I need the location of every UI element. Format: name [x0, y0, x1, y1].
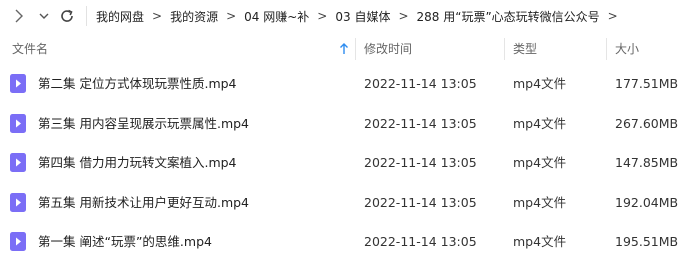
breadcrumb-item-current-folder[interactable]: 288 用“玩票”心态玩转微信公众号 [417, 8, 600, 25]
breadcrumb-item-my-netdisk[interactable]: 我的网盘 [96, 8, 144, 25]
breadcrumb: 我的网盘 > 我的资源 > 04 网赚~补 > 03 自媒体 > 288 用“玩… [96, 0, 626, 32]
file-modified: 2022-11-14 13:05 [364, 115, 477, 131]
file-type: mp4文件 [513, 115, 567, 131]
file-modified: 2022-11-14 13:05 [364, 194, 477, 210]
file-name[interactable]: 第一集 阐述“玩票”的思维.mp4 [38, 222, 212, 262]
chevron-down-icon[interactable] [38, 7, 50, 29]
file-row[interactable]: 第四集 借力用力玩转文案植入.mp4 2022-11-14 13:05 mp4文… [0, 143, 690, 183]
file-name[interactable]: 第三集 用内容呈现展示玩票属性.mp4 [38, 104, 249, 144]
video-file-icon [10, 153, 26, 172]
file-row[interactable]: 第三集 用内容呈现展示玩票属性.mp4 2022-11-14 13:05 mp4… [0, 104, 690, 144]
column-divider[interactable] [355, 38, 356, 60]
breadcrumb-item-folder-03[interactable]: 03 自媒体 [335, 8, 390, 25]
file-size: 267.60MB [615, 115, 679, 131]
file-size: 192.04MB [615, 194, 679, 210]
video-file-icon [10, 74, 26, 93]
column-divider[interactable] [606, 38, 607, 60]
breadcrumb-separator: > [317, 9, 328, 23]
file-type: mp4文件 [513, 194, 567, 210]
toolbar-divider [86, 6, 87, 26]
file-name[interactable]: 第二集 定位方式体现玩票性质.mp4 [38, 64, 237, 104]
file-type: mp4文件 [513, 234, 567, 249]
breadcrumb-separator: > [607, 9, 618, 23]
column-header-size[interactable]: 大小 [615, 34, 639, 64]
video-file-icon [10, 192, 26, 212]
file-size: 177.51MB [615, 76, 679, 91]
column-header-modified[interactable]: 修改时间 [364, 34, 412, 64]
column-header: 文件名 修改时间 类型 大小 [0, 34, 690, 64]
breadcrumb-item-folder-04[interactable]: 04 网赚~补 [244, 8, 309, 25]
column-header-name[interactable]: 文件名 [12, 34, 48, 64]
file-row[interactable]: 第二集 定位方式体现玩票性质.mp4 2022-11-14 13:05 mp4文… [0, 64, 690, 104]
file-row[interactable]: 第五集 用新技术让用户更好互动.mp4 2022-11-14 13:05 mp4… [0, 183, 690, 223]
file-modified: 2022-11-14 13:05 [364, 234, 477, 249]
column-divider[interactable] [504, 38, 505, 60]
file-modified: 2022-11-14 13:05 [364, 155, 477, 170]
video-file-icon [10, 113, 26, 133]
breadcrumb-separator: > [226, 9, 237, 23]
file-size: 195.51MB [615, 234, 679, 249]
file-type: mp4文件 [513, 76, 567, 91]
breadcrumb-separator: > [398, 9, 409, 23]
file-list: 第二集 定位方式体现玩票性质.mp4 2022-11-14 13:05 mp4文… [0, 64, 690, 262]
breadcrumb-separator: > [152, 9, 163, 23]
refresh-icon[interactable] [58, 7, 76, 29]
file-modified: 2022-11-14 13:05 [364, 76, 477, 91]
chevron-right-icon[interactable] [12, 7, 26, 29]
video-file-icon [10, 232, 26, 251]
sort-up-arrow-icon[interactable] [339, 35, 349, 65]
file-type: mp4文件 [513, 155, 567, 170]
file-name[interactable]: 第五集 用新技术让用户更好互动.mp4 [38, 183, 249, 223]
column-header-type[interactable]: 类型 [513, 34, 537, 64]
toolbar: 我的网盘 > 我的资源 > 04 网赚~补 > 03 自媒体 > 288 用“玩… [0, 0, 690, 32]
file-name[interactable]: 第四集 借力用力玩转文案植入.mp4 [38, 143, 237, 183]
file-size: 147.85MB [615, 155, 679, 170]
breadcrumb-item-my-resources[interactable]: 我的资源 [170, 8, 218, 25]
